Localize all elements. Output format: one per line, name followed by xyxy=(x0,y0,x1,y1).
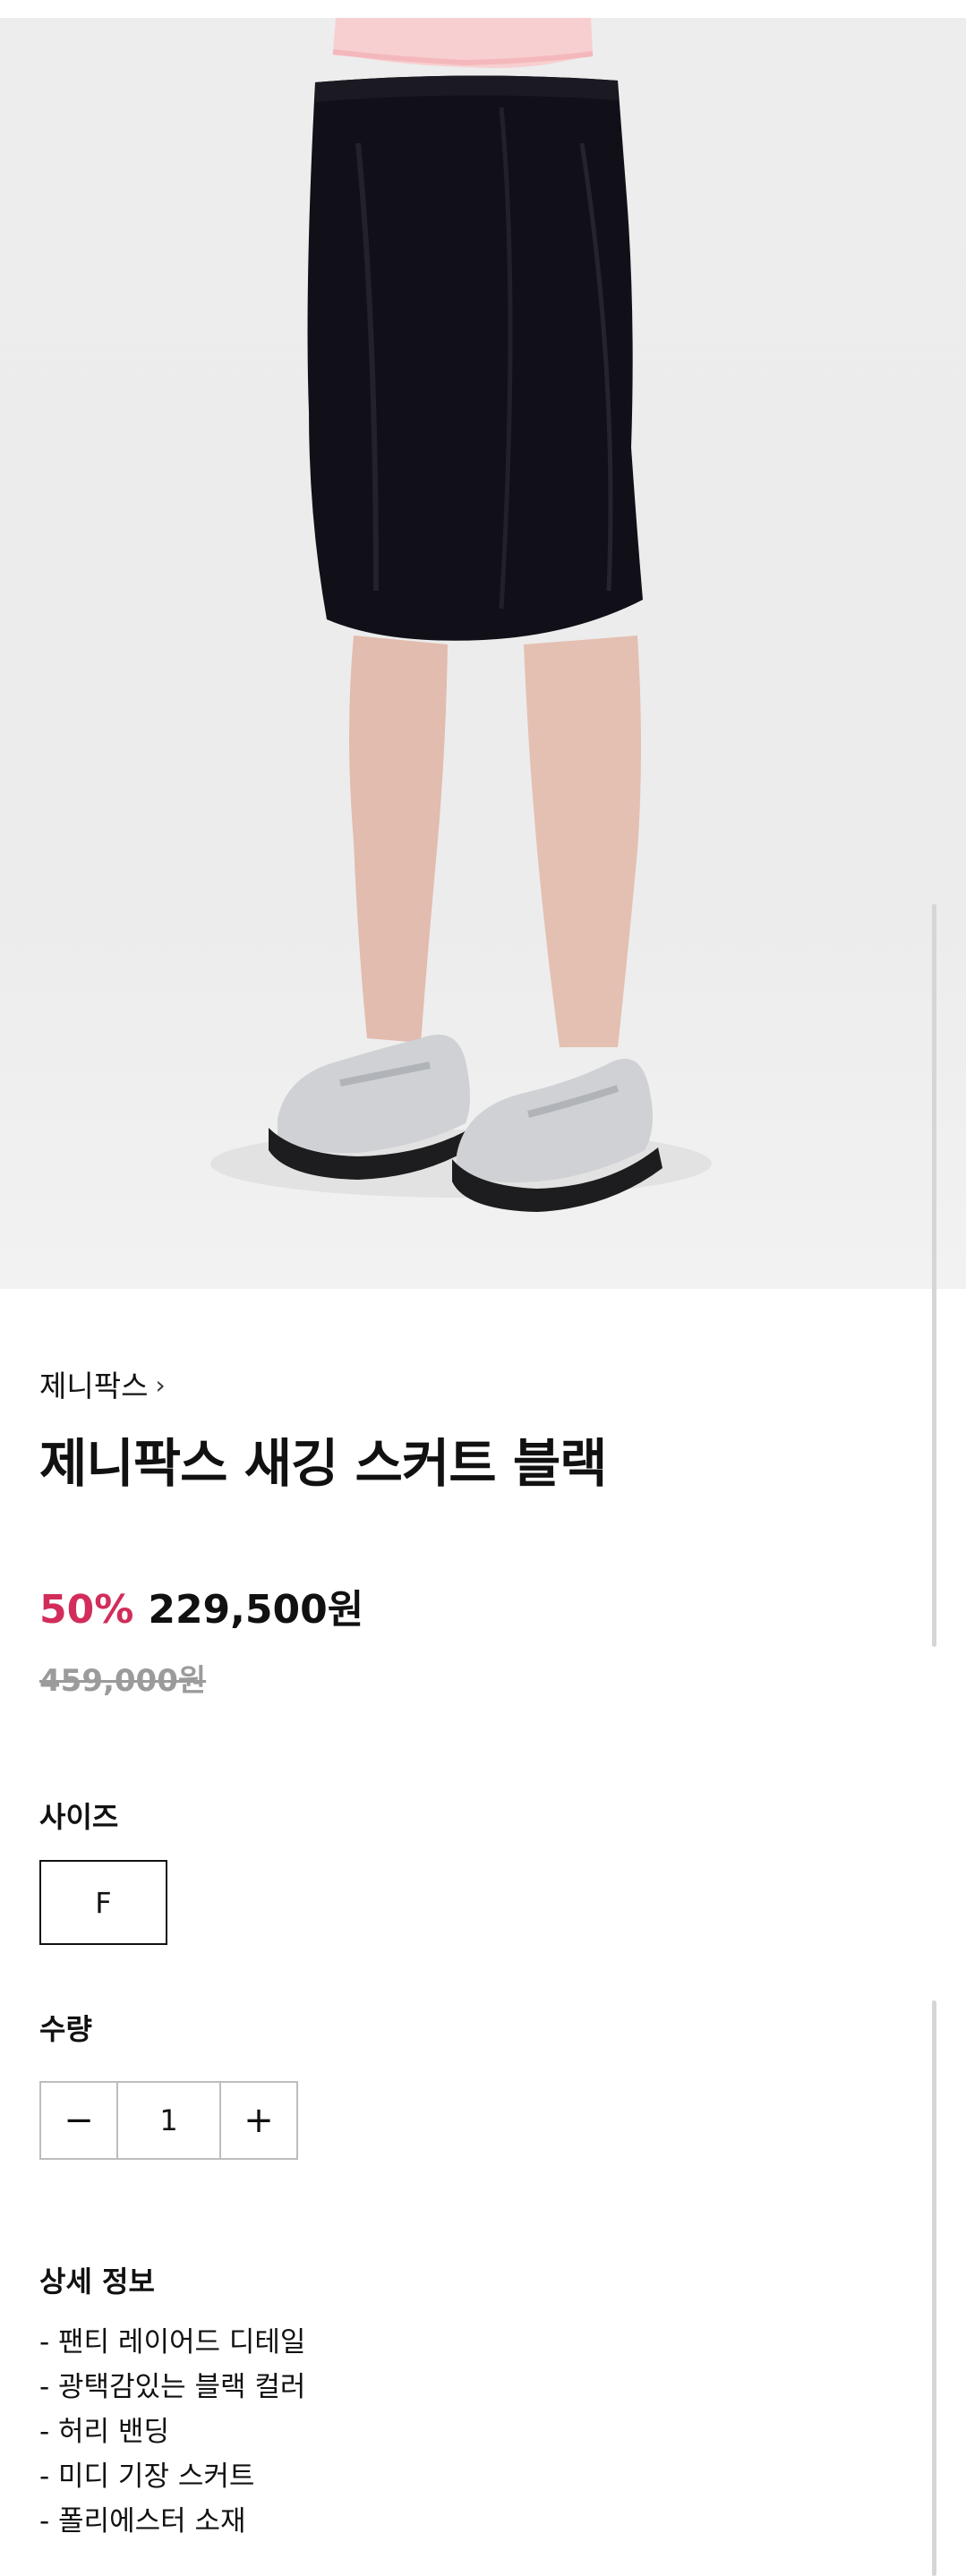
detail-item: - 미디 기장 스커트 xyxy=(39,2461,255,2493)
product-image[interactable] xyxy=(0,18,966,1289)
scrollbar-lower[interactable] xyxy=(932,2000,936,2576)
quantity-increase-button[interactable]: + xyxy=(221,2083,296,2158)
sale-price: 229,500원 xyxy=(148,1587,364,1633)
size-label: 사이즈 xyxy=(39,1800,119,1834)
detail-item: - 허리 밴딩 xyxy=(39,2416,169,2448)
brand-link[interactable]: 제니팍스 › xyxy=(39,1362,166,1405)
detail-item: - 폴리에스터 소재 xyxy=(39,2505,246,2538)
detail-item: - 팬티 레이어드 디테일 xyxy=(39,2326,306,2358)
size-option-f[interactable]: F xyxy=(39,1860,167,1945)
quantity-stepper: − 1 + xyxy=(39,2081,298,2160)
quantity-decrease-button[interactable]: − xyxy=(41,2083,116,2158)
product-photo-illustration xyxy=(210,18,712,1212)
quantity-value: 1 xyxy=(116,2083,221,2158)
scrollbar[interactable] xyxy=(932,904,936,1647)
brand-name: 제니팍스 xyxy=(39,1369,149,1403)
details-label: 상세 정보 xyxy=(39,2265,155,2299)
details-list: - 팬티 레이어드 디테일 - 광택감있는 블랙 컬러 - 허리 밴딩 - 미디… xyxy=(39,2320,305,2544)
detail-item: - 광택감있는 블랙 컬러 xyxy=(39,2371,306,2403)
product-title: 제니팍스 새깅 스커트 블랙 xyxy=(39,1433,608,1494)
quantity-label: 수량 xyxy=(39,2012,92,2046)
price-row: 50% 229,500원 xyxy=(39,1577,363,1634)
original-price: 459,000원 xyxy=(39,1663,207,1699)
discount-rate: 50% xyxy=(39,1587,134,1633)
chevron-right-icon: › xyxy=(155,1369,166,1400)
top-strip xyxy=(0,0,966,18)
